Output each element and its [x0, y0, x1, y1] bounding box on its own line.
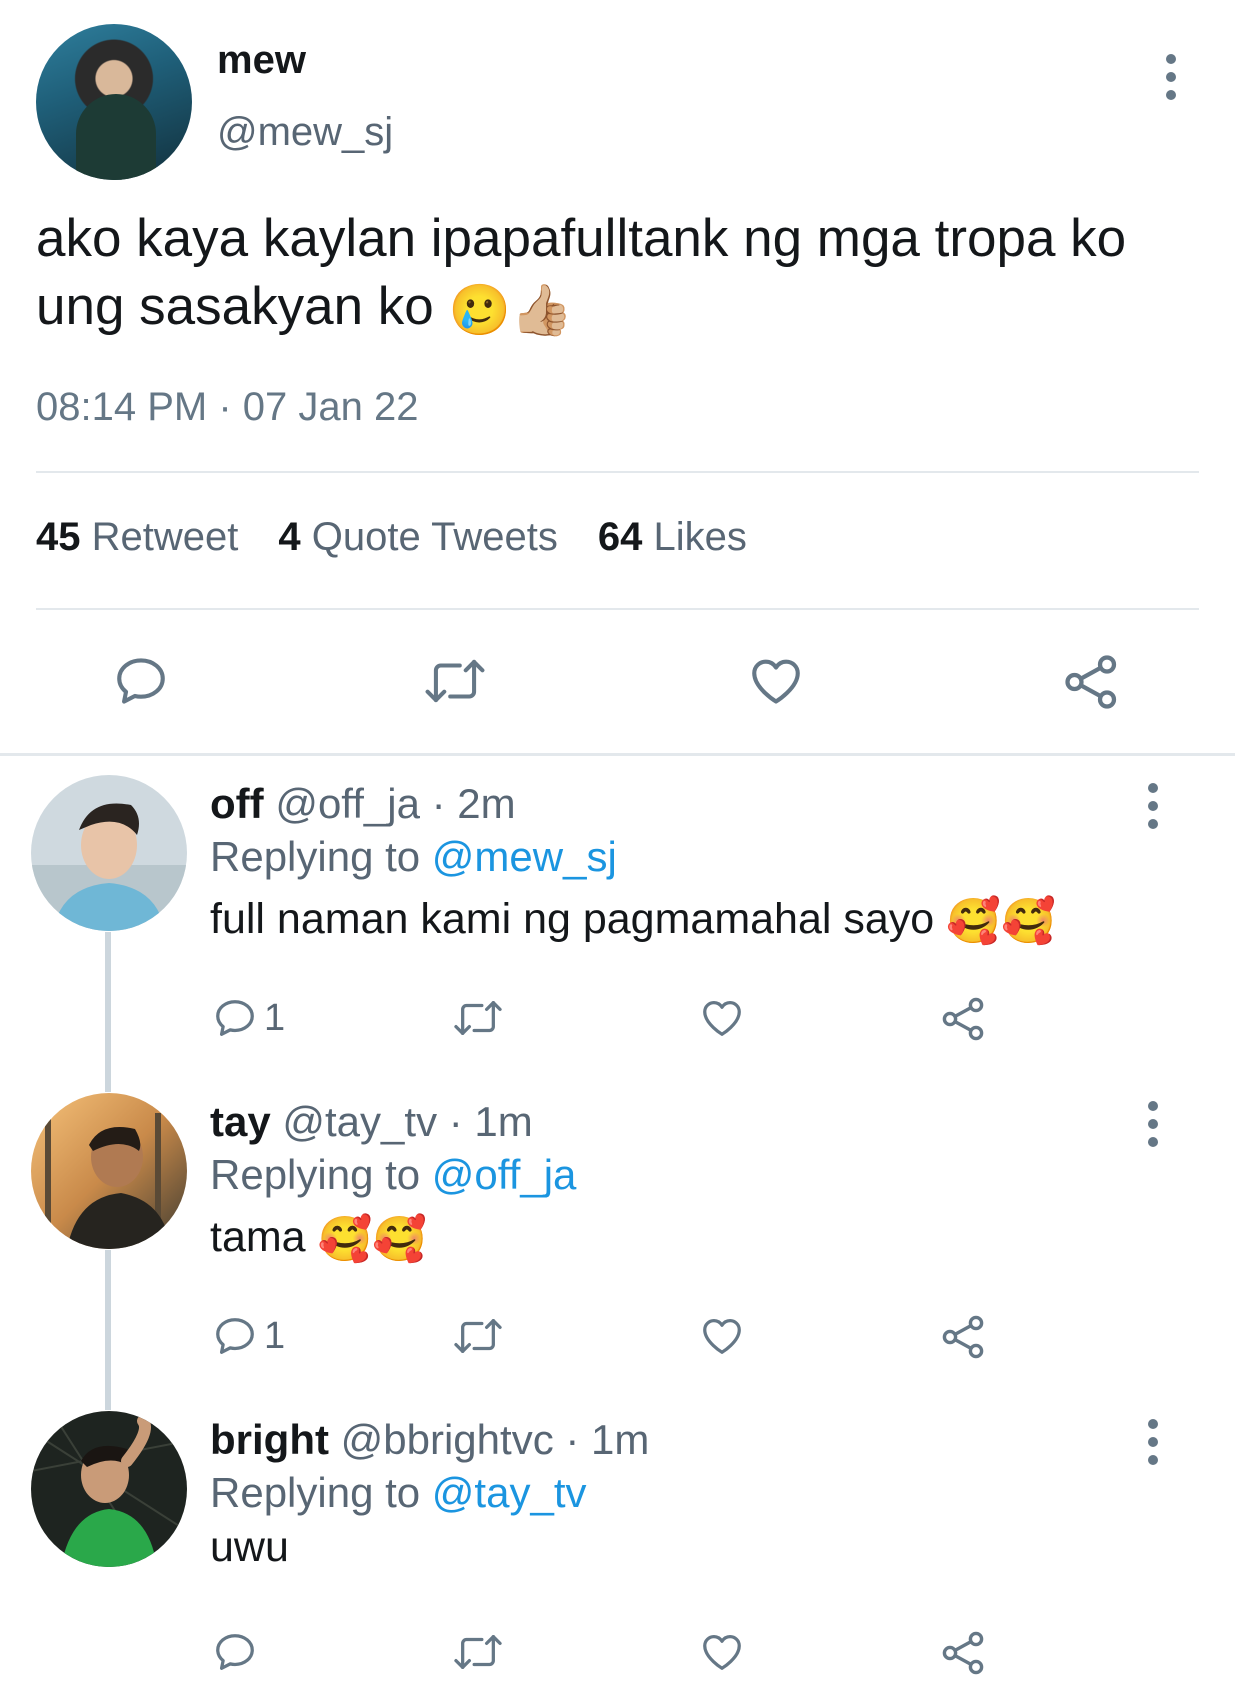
more-icon[interactable] [1148, 1419, 1158, 1465]
divider [0, 753, 1235, 756]
reply-count: 1 [264, 996, 286, 1039]
avatar[interactable] [31, 775, 187, 931]
likes-stat[interactable]: 64 Likes [598, 515, 747, 560]
share-icon[interactable] [940, 1629, 988, 1677]
reply-header: off @off_ja · 2m [210, 780, 516, 828]
retweets-label: Retweet [91, 515, 239, 559]
avatar[interactable] [31, 1411, 187, 1567]
like-icon[interactable] [698, 1629, 746, 1675]
handle[interactable]: @tay_tv [282, 1098, 437, 1145]
retweet-icon[interactable] [424, 652, 486, 710]
emoji: 🥲 [448, 282, 511, 338]
reply-header: bright @bbrightvc · 1m [210, 1416, 649, 1464]
divider [36, 471, 1199, 473]
reply-icon[interactable]: 1 [212, 995, 285, 1041]
replying-label: Replying to [210, 1469, 421, 1516]
more-icon[interactable] [1148, 1101, 1158, 1147]
likes-count: 64 [597, 515, 643, 559]
reply-body: full naman kami ng pagmamahal sayo [210, 895, 935, 943]
emoji: 🥰🥰 [317, 1214, 428, 1264]
retweets-stat[interactable]: 45 Retweet [36, 515, 238, 560]
retweet-icon[interactable] [452, 1313, 504, 1359]
time-ago: · 2m [431, 780, 516, 827]
tweet-text: ako kaya kaylan ipapafulltank ng mga tro… [36, 205, 1206, 341]
display-name[interactable]: bright [210, 1416, 329, 1463]
replying-to: Replying to @tay_tv [210, 1469, 587, 1517]
share-icon[interactable] [940, 1313, 988, 1361]
replying-to: Replying to @off_ja [210, 1151, 576, 1199]
emoji: 👍🏼 [510, 282, 574, 338]
reply-tweet[interactable]: off @off_ja · 2m Replying to @mew_sj ful… [0, 775, 1235, 1075]
handle[interactable]: @off_ja [275, 780, 420, 827]
like-icon[interactable] [698, 1313, 746, 1359]
quotes-count: 4 [278, 515, 301, 559]
reply-header: tay @tay_tv · 1m [210, 1098, 533, 1146]
avatar[interactable] [36, 24, 192, 180]
likes-label: Likes [653, 515, 747, 559]
reply-count: 1 [264, 1314, 286, 1357]
tweet-stats: 45 Retweet 4 Quote Tweets 64 Likes [36, 515, 747, 560]
reply-icon[interactable] [212, 1629, 258, 1675]
share-icon[interactable] [940, 995, 988, 1043]
main-tweet: mew @mew_sj ako kaya kaylan ipapafulltan… [0, 0, 1235, 756]
retweet-icon[interactable] [452, 1629, 504, 1675]
quotes-label: Quote Tweets [311, 515, 558, 559]
time-ago: · 1m [565, 1416, 650, 1463]
display-name[interactable]: tay [210, 1098, 271, 1145]
mention-link[interactable]: @off_ja [432, 1151, 577, 1198]
reply-tweet[interactable]: bright @bbrightvc · 1m Replying to @tay_… [0, 1411, 1235, 1704]
quotes-stat[interactable]: 4 Quote Tweets [278, 515, 557, 560]
reply-text: tama 🥰🥰 [210, 1213, 427, 1262]
handle[interactable]: @bbrightvc [341, 1416, 554, 1463]
time-ago: · 1m [448, 1098, 533, 1145]
reply-text: full naman kami ng pagmamahal sayo 🥰🥰 [210, 895, 1056, 944]
like-icon[interactable] [698, 995, 746, 1041]
reply-body: tama [210, 1213, 306, 1261]
emoji: 🥰🥰 [946, 896, 1056, 946]
reply-icon[interactable]: 1 [212, 1313, 285, 1359]
mention-link[interactable]: @tay_tv [432, 1469, 587, 1516]
more-icon[interactable] [1148, 783, 1158, 829]
mention-link[interactable]: @mew_sj [432, 833, 617, 880]
tweet-body: ako kaya kaylan ipapafulltank ng mga tro… [36, 209, 1127, 336]
retweets-count: 45 [36, 515, 81, 559]
retweet-icon[interactable] [452, 995, 504, 1041]
replying-to: Replying to @mew_sj [210, 833, 617, 881]
more-icon[interactable] [1166, 54, 1176, 100]
reply-icon[interactable] [112, 652, 170, 710]
replying-label: Replying to [210, 1151, 421, 1198]
display-name[interactable]: off [210, 780, 264, 827]
like-icon[interactable] [746, 652, 806, 710]
timestamp[interactable]: 08:14 PM · 07 Jan 22 [36, 385, 418, 430]
reply-tweet[interactable]: tay @tay_tv · 1m Replying to @off_ja tam… [0, 1093, 1235, 1393]
replying-label: Replying to [210, 833, 421, 880]
reply-text: uwu [210, 1523, 289, 1572]
avatar[interactable] [31, 1093, 187, 1249]
divider [36, 608, 1199, 610]
display-name[interactable]: mew [217, 38, 306, 83]
share-icon[interactable] [1062, 652, 1122, 712]
reply-body: uwu [210, 1523, 289, 1571]
handle[interactable]: @mew_sj [217, 110, 393, 155]
